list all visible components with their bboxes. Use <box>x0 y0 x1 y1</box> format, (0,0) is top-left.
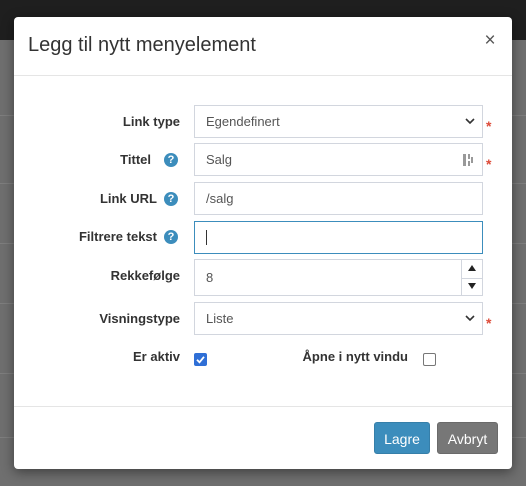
close-button[interactable]: × <box>482 31 498 51</box>
help-icon[interactable]: ? <box>164 230 178 244</box>
link-type-select[interactable]: Egendefinert <box>194 105 483 138</box>
open-new-window-checkbox[interactable] <box>423 353 436 366</box>
triangle-up-icon <box>468 265 476 271</box>
link-type-value: Egendefinert <box>206 114 280 129</box>
display-type-value: Liste <box>206 311 234 326</box>
filter-text-input[interactable] <box>194 221 483 254</box>
is-active-checkbox[interactable] <box>194 353 207 366</box>
title-value: Salg <box>206 152 233 167</box>
filter-text-label: Filtrere tekst <box>78 229 157 244</box>
required-marker: * <box>486 315 492 331</box>
cancel-button[interactable]: Avbryt <box>437 422 498 454</box>
modal-title: Legg til nytt menyelement <box>28 34 256 56</box>
save-button[interactable]: Lagre <box>374 422 430 454</box>
modal-footer: Lagre Avbryt <box>14 406 512 470</box>
add-menu-item-modal: Legg til nytt menyelement × Link type Eg… <box>14 17 512 469</box>
decrement-button[interactable] <box>461 278 482 295</box>
title-label: Tittel <box>120 152 151 167</box>
link-url-input[interactable]: /salg <box>194 182 483 215</box>
help-icon[interactable]: ? <box>164 192 178 206</box>
chevron-down-icon <box>465 118 475 125</box>
keyboard-layout-icon <box>463 154 473 166</box>
checkmark-icon <box>196 356 205 364</box>
increment-button[interactable] <box>461 260 482 279</box>
order-number-input[interactable]: 8 <box>194 259 483 296</box>
open-new-window-label: Åpne i nytt vindu <box>302 349 408 364</box>
required-marker: * <box>486 118 492 134</box>
display-type-label: Visningstype <box>99 311 180 326</box>
link-type-label: Link type <box>122 114 180 129</box>
triangle-down-icon <box>468 283 476 289</box>
title-input[interactable]: Salg <box>194 143 483 176</box>
order-label: Rekkefølge <box>110 268 180 283</box>
order-value: 8 <box>206 270 214 285</box>
help-icon[interactable]: ? <box>164 153 178 167</box>
required-marker: * <box>486 156 492 172</box>
is-active-label: Er aktiv <box>133 349 180 364</box>
link-url-value: /salg <box>206 191 234 206</box>
link-url-label: Link URL <box>99 191 157 206</box>
display-type-select[interactable]: Liste <box>194 302 483 335</box>
chevron-down-icon <box>465 315 475 322</box>
text-cursor <box>206 230 207 245</box>
modal-header: Legg til nytt menyelement × <box>14 17 512 76</box>
